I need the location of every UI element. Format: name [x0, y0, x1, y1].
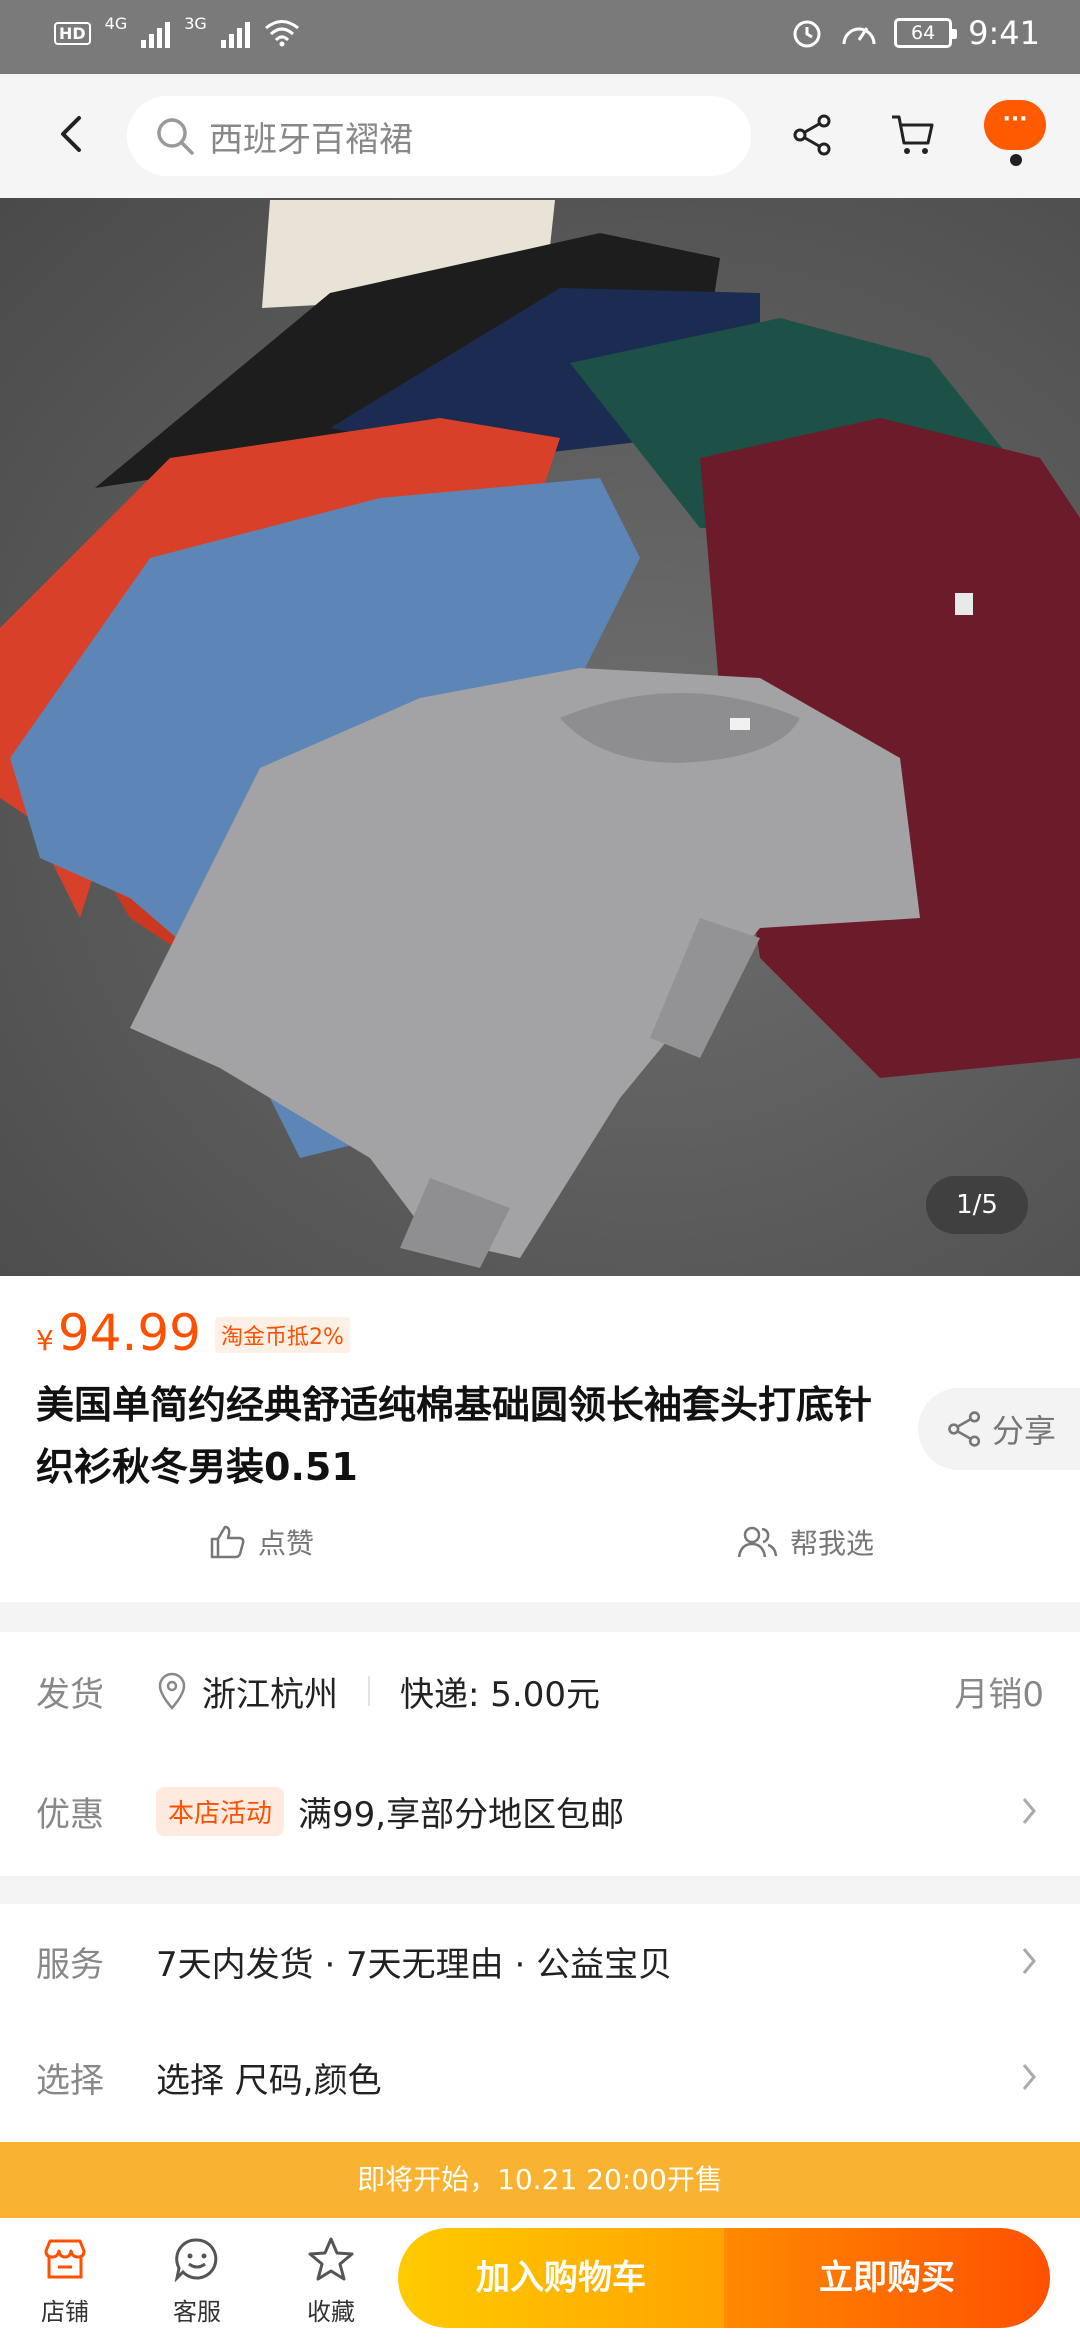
- add-to-cart-button[interactable]: 加入购物车: [398, 2228, 724, 2328]
- promo-row[interactable]: 优惠 本店活动 满99,享部分地区包邮: [0, 1766, 1080, 1856]
- select-label: 选择: [36, 2060, 104, 2101]
- price-row: ¥ 94.99 淘金币抵2%: [36, 1304, 350, 1362]
- speedometer-icon: [842, 27, 876, 45]
- service-label: 服务: [36, 1944, 104, 1985]
- more-notification-dot: [1010, 154, 1022, 166]
- chevron-left-icon: [61, 116, 81, 152]
- buy-now-button[interactable]: 立即购买: [724, 2228, 1050, 2328]
- monthly-sales: 月销0: [954, 1674, 1044, 1715]
- product-photo-illustration: [0, 200, 1080, 1268]
- bottom-action-bar: 店铺 客服 收藏 加入购物车 立即购买: [0, 2218, 1080, 2340]
- select-content: 选择 尺码,颜色: [156, 2053, 382, 2102]
- product-title: 美国单简约经典舒适纯棉基础圆领长袖套头打底针织衫秋冬男装0.51: [36, 1383, 873, 1489]
- network-3g: 3G: [184, 13, 207, 33]
- price: 94.99: [57, 1304, 201, 1362]
- search-icon: [157, 118, 194, 155]
- alarm-icon: [793, 20, 821, 48]
- tab-customer-service[interactable]: 客服: [142, 2230, 252, 2327]
- coin-discount-badge: 淘金币抵2%: [214, 1317, 350, 1353]
- currency-symbol: ¥: [36, 1324, 54, 1357]
- tab-shop-label: 店铺: [41, 2298, 89, 2326]
- group-icon: [737, 1526, 778, 1558]
- promo-label: 优惠: [36, 1794, 104, 1835]
- shipping-fee: 快递: 5.00元: [400, 1674, 600, 1715]
- store-activity-tag: 本店活动: [156, 1786, 285, 1836]
- signal-icon-2: [220, 18, 250, 48]
- status-left: HD 4G 3G: [54, 14, 300, 48]
- star-icon: [308, 2237, 354, 2281]
- search-input[interactable]: 西班牙百褶裙: [127, 96, 751, 176]
- top-nav: 西班牙百褶裙 ···: [0, 74, 1080, 198]
- sale-countdown-banner: 即将开始，10.21 20:00开售: [0, 2142, 1080, 2218]
- search-placeholder: 西班牙百褶裙: [209, 119, 413, 160]
- service-row[interactable]: 服务 7天内发货 · 7天无理由 · 公益宝贝: [0, 1916, 1080, 2006]
- image-counter: 1/5: [926, 1176, 1028, 1234]
- status-bar: HD 4G 3G 64 9:41: [0, 0, 1080, 74]
- help-me-pick-label: 帮我选: [790, 1527, 875, 1560]
- status-right: 64 9:41: [790, 14, 1040, 52]
- store-icon: [44, 2239, 86, 2279]
- delivery-row[interactable]: 发货 浙江杭州 快递: 5.00元 月销0: [0, 1646, 1080, 1736]
- product-info-card: ¥ 94.99 淘金币抵2% 美国单简约经典舒适纯棉基础圆领长袖套头打底针织衫秋…: [0, 1276, 1080, 1602]
- delivery-content: 浙江杭州 快递: 5.00元: [156, 1667, 600, 1716]
- cart-button[interactable]: [880, 102, 946, 168]
- wifi-icon: [264, 20, 299, 47]
- share-icon: [948, 1411, 981, 1447]
- select-row[interactable]: 选择 选择 尺码,颜色: [0, 2032, 1080, 2122]
- tab-shop[interactable]: 店铺: [10, 2230, 120, 2327]
- chevron-right-icon: [1014, 1791, 1044, 1831]
- service-content: 7天内发货 · 7天无理由 · 公益宝贝: [156, 1937, 672, 1986]
- location-pin-icon: [158, 1672, 186, 1710]
- network-4g: 4G: [104, 13, 128, 33]
- promo-text: 满99,享部分地区包邮: [298, 1794, 625, 1835]
- product-image[interactable]: 1/5: [0, 198, 1080, 1276]
- promo-content: 本店活动 满99,享部分地区包邮: [156, 1786, 625, 1836]
- service-text: 7天内发货 · 7天无理由 · 公益宝贝: [156, 1944, 673, 1985]
- share-pill-button[interactable]: 分享: [918, 1388, 1080, 1470]
- share-label: 分享: [992, 1412, 1057, 1450]
- clock: 9:41: [968, 14, 1040, 52]
- share-button[interactable]: [780, 102, 846, 168]
- chat-face-icon: [174, 2238, 218, 2282]
- delivery-card: 发货 浙江杭州 快递: 5.00元 月销0 优惠 本店活动 满99,享部分地区包…: [0, 1632, 1080, 1876]
- divider: [368, 1676, 370, 1706]
- ship-from-location: 浙江杭州: [202, 1674, 338, 1715]
- tab-favorite[interactable]: 收藏: [276, 2230, 386, 2327]
- battery-icon: 64: [894, 18, 958, 48]
- tab-favorite-label: 收藏: [307, 2298, 355, 2326]
- chevron-right-icon: [1014, 1941, 1044, 1981]
- like-label: 点赞: [258, 1527, 315, 1560]
- delivery-label: 发货: [36, 1674, 104, 1715]
- service-card: 服务 7天内发货 · 7天无理由 · 公益宝贝 选择 选择 尺码,颜色: [0, 1904, 1080, 2142]
- like-button[interactable]: 点赞: [208, 1522, 314, 1562]
- more-button[interactable]: ···: [984, 100, 1046, 150]
- chevron-right-icon: [1014, 2057, 1044, 2097]
- thumbs-up-icon: [210, 1525, 245, 1559]
- back-button[interactable]: [42, 104, 102, 164]
- signal-icon: [141, 18, 171, 48]
- tab-customer-service-label: 客服: [173, 2298, 221, 2326]
- cart-icon: [892, 115, 934, 154]
- select-text: 选择 尺码,颜色: [156, 2060, 382, 2101]
- hd-indicator: HD: [54, 21, 91, 45]
- help-me-pick-button[interactable]: 帮我选: [736, 1522, 874, 1562]
- share-icon: [793, 114, 831, 156]
